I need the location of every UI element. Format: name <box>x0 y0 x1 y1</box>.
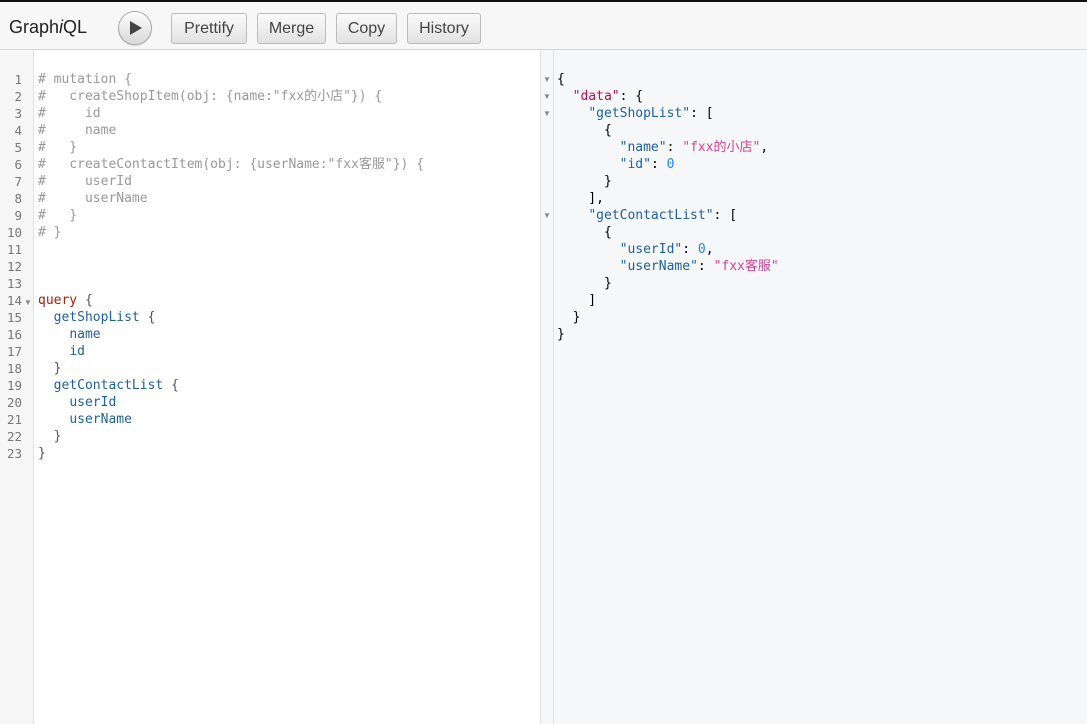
result-gutter: ▼ ▼ ▼ ▼ <box>541 50 554 724</box>
editor-line: } <box>53 429 62 444</box>
editor-line: } <box>38 446 46 461</box>
editor-line: # } <box>38 140 78 155</box>
line-number: 17 <box>6 344 22 359</box>
line-number: 2 <box>14 89 22 104</box>
editor-line: # createContactItem(obj: {userName:"fxx客… <box>38 157 425 172</box>
fold-arrow-icon[interactable]: ▼ <box>543 71 551 88</box>
line-number: 4 <box>14 123 22 138</box>
app-title: GraphiQL <box>9 17 88 37</box>
result-line: { <box>557 225 612 240</box>
line-number: 9 <box>14 208 22 223</box>
line-number: 14 <box>6 293 22 308</box>
result-line: } <box>557 327 565 342</box>
editor-line: name <box>69 327 101 342</box>
result-line: } <box>557 310 581 325</box>
editor-line: userId <box>69 395 117 410</box>
copy-button[interactable]: Copy <box>336 13 397 44</box>
result-line: ], <box>557 191 604 206</box>
result-line: "name": "fxx的小店", <box>619 140 769 155</box>
result-line: { <box>557 123 612 138</box>
line-number: 19 <box>6 378 22 393</box>
line-number: 5 <box>14 140 22 155</box>
line-number: 10 <box>6 225 22 240</box>
fold-arrow-icon[interactable]: ▼ <box>543 88 551 105</box>
line-number: 20 <box>6 395 22 410</box>
line-number: 6 <box>14 157 22 172</box>
line-number: 21 <box>6 412 22 427</box>
line-number: 8 <box>14 191 22 206</box>
prettify-button[interactable]: Prettify <box>171 13 247 44</box>
result-line: "userName": "fxx客服" <box>619 259 779 274</box>
result-line: ] <box>557 293 597 308</box>
fold-arrow-icon[interactable]: ▼ <box>543 105 551 122</box>
editor-line: # name <box>38 123 117 138</box>
line-number: 11 <box>6 242 22 257</box>
line-number: 22 <box>6 429 22 444</box>
line-number: 1 <box>14 72 22 87</box>
editor-line: # id <box>38 106 101 121</box>
result-line: } <box>557 276 612 291</box>
result-line: { <box>557 72 565 87</box>
line-number: 23 <box>6 446 22 461</box>
line-number: 16 <box>6 327 22 342</box>
line-number: 18 <box>6 361 22 376</box>
editor-gutter: 1 2 3 4 5 6 7 8 9 10 11 12 13 14 15 16 17 18 19 20 21 22 23 ▼ <box>0 50 34 724</box>
result-line: "getContactList": [ <box>588 208 738 223</box>
editor-line: } <box>53 361 62 376</box>
editor-line: # } <box>38 208 78 223</box>
query-editor[interactable]: # mutation { # createShopItem(obj: {name:… <box>34 50 540 724</box>
line-number: 3 <box>14 106 22 121</box>
editor-line: query { <box>38 293 93 308</box>
editor-line: # userName <box>38 191 148 206</box>
fold-arrow-icon[interactable]: ▼ <box>543 207 551 224</box>
result-viewer[interactable]: { "data": { "getShopList": [ { "name": "… <box>554 50 1087 724</box>
line-number: 15 <box>6 310 22 325</box>
result-line: } <box>557 174 612 189</box>
fold-arrow-icon[interactable]: ▼ <box>24 294 32 311</box>
history-button[interactable]: History <box>407 13 481 44</box>
editor-line: userName <box>69 412 132 427</box>
line-number: 13 <box>6 276 22 291</box>
execute-query-button[interactable] <box>118 11 152 45</box>
editor-line: # mutation { <box>38 72 132 87</box>
editor-line: # createShopItem(obj: {name:"fxx的小店"}) { <box>38 89 383 104</box>
result-line: "id": 0 <box>619 157 675 172</box>
editor-line: id <box>69 344 85 359</box>
toolbar: GraphiQL Prettify Merge Copy History <box>0 0 1087 50</box>
editor-line: # userId <box>38 174 132 189</box>
result-line: "userId": 0, <box>619 242 714 257</box>
result-line: "data": { <box>572 89 644 104</box>
merge-button[interactable]: Merge <box>257 13 326 44</box>
editor-line: getContactList { <box>53 378 179 393</box>
result-line: "getShopList": [ <box>588 106 714 121</box>
editor-line: # } <box>38 225 62 240</box>
play-icon <box>130 21 142 35</box>
editor-line: getShopList { <box>53 310 156 325</box>
line-number: 7 <box>14 174 22 189</box>
line-number: 12 <box>6 259 22 274</box>
